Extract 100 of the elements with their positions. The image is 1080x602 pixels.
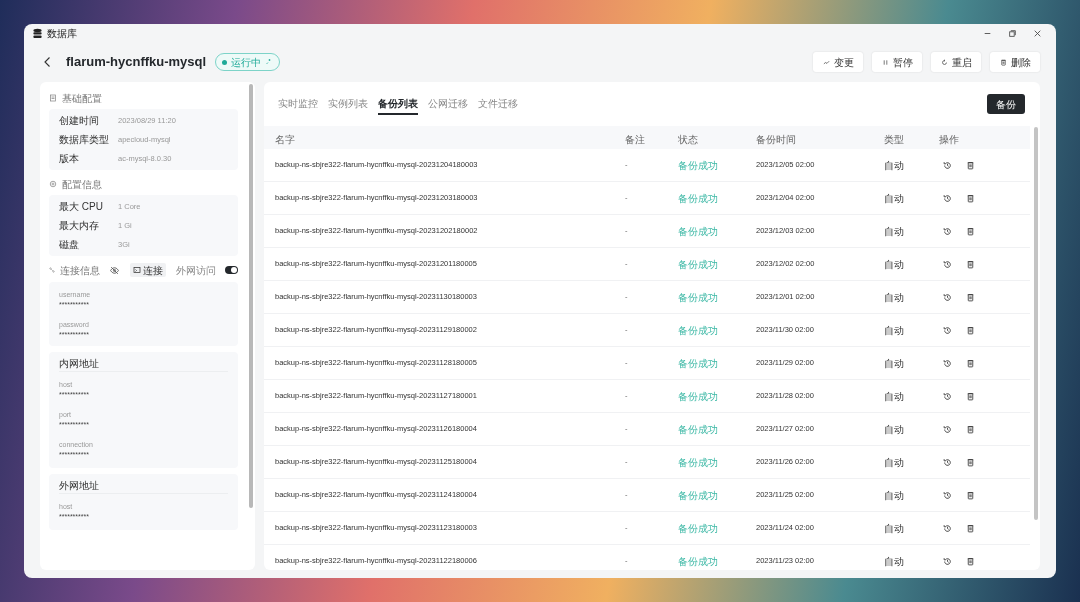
type-cell: 自动 (884, 390, 904, 402)
document-icon (49, 94, 57, 102)
delete-button[interactable] (966, 226, 975, 236)
type-cell: 自动 (884, 489, 904, 501)
delete-button[interactable] (966, 160, 975, 170)
history-icon (943, 160, 952, 170)
restore-icon (1008, 28, 1017, 38)
column-header: 类型 (884, 133, 904, 145)
trash-icon (966, 457, 975, 467)
action-button[interactable]: 重启 (931, 52, 981, 72)
type-cell: 自动 (884, 522, 904, 534)
trash-icon (966, 523, 975, 533)
status-text: 备份成功 (678, 357, 718, 369)
delete-button[interactable] (966, 325, 975, 335)
restore-button[interactable] (943, 556, 952, 566)
external-access-toggle[interactable] (225, 266, 238, 274)
status-text: 备份成功 (678, 291, 718, 303)
section-title: 基础配置 (62, 91, 102, 106)
trash-icon (966, 160, 975, 170)
status-text: 备份成功 (678, 159, 718, 171)
trash-icon (966, 292, 975, 302)
close-icon (1033, 28, 1042, 38)
trash-icon (966, 325, 975, 335)
restore-button[interactable] (943, 193, 952, 203)
column-header: 操作 (939, 133, 959, 145)
status-text: 备份成功 (678, 423, 718, 435)
restore-button[interactable] (943, 490, 952, 500)
restore-button[interactable] (943, 523, 952, 533)
restore-button[interactable] (943, 391, 952, 401)
status-text: 备份成功 (678, 489, 718, 501)
trash-icon (999, 58, 1007, 66)
type-cell: 自动 (884, 225, 904, 237)
restore-button[interactable] (943, 325, 952, 335)
info-label: 最大内存 (59, 219, 100, 233)
status-text: 备份成功 (678, 456, 718, 468)
history-icon (943, 457, 952, 467)
history-icon (943, 556, 952, 566)
action-button[interactable]: 删除 (990, 52, 1040, 72)
backup-button[interactable]: 备份 (987, 94, 1025, 114)
status-text: 备份成功 (678, 324, 718, 336)
info-label: 创建时间 (59, 114, 100, 128)
tab[interactable]: 实时监控 (278, 93, 318, 115)
info-label: 版本 (59, 152, 80, 166)
terminal-icon (133, 266, 141, 274)
restart-icon (940, 58, 948, 66)
action-button[interactable]: 暂停 (872, 52, 922, 72)
type-cell: 自动 (884, 291, 904, 303)
history-icon (943, 358, 952, 368)
delete-button[interactable] (966, 391, 975, 401)
delete-button[interactable] (966, 292, 975, 302)
scrollbar-thumb[interactable] (1034, 127, 1038, 520)
status-text: 备份成功 (678, 555, 718, 567)
eye-slash-icon (110, 265, 119, 275)
trash-icon (966, 259, 975, 269)
type-cell: 自动 (884, 192, 904, 204)
connect-button[interactable]: 连接 (130, 263, 166, 277)
info-label: 最大 CPU (59, 200, 104, 214)
history-icon (943, 325, 952, 335)
delete-button[interactable] (966, 457, 975, 467)
pause-icon (881, 58, 889, 66)
group-title: 内网地址 (59, 357, 99, 371)
restore-button[interactable] (943, 358, 952, 368)
trash-icon (966, 226, 975, 236)
database-icon (32, 27, 43, 39)
tab[interactable]: 公网迁移 (428, 93, 468, 115)
delete-button[interactable] (966, 556, 975, 566)
trash-icon (966, 490, 975, 500)
restore-button[interactable] (943, 226, 952, 236)
delete-button[interactable] (966, 523, 975, 533)
delete-button[interactable] (966, 259, 975, 269)
gear-icon (49, 180, 57, 188)
history-icon (943, 259, 952, 269)
scrollbar-thumb[interactable] (249, 84, 253, 508)
delete-button[interactable] (966, 424, 975, 434)
history-icon (943, 523, 952, 533)
tab[interactable]: 实例列表 (328, 93, 368, 115)
window-title: 数据库 (47, 26, 78, 41)
column-header: 状态 (678, 133, 698, 145)
history-icon (943, 391, 952, 401)
restore-button[interactable] (943, 160, 952, 170)
hide-button[interactable] (110, 265, 119, 275)
restore-button[interactable] (943, 292, 952, 302)
restore-button[interactable] (943, 457, 952, 467)
delete-button[interactable] (966, 193, 975, 203)
history-icon (943, 226, 952, 236)
trash-icon (966, 391, 975, 401)
status-text: 备份成功 (678, 522, 718, 534)
status-text: 备份成功 (678, 192, 718, 204)
tab[interactable]: 文件迁移 (478, 93, 518, 115)
column-header: 备份时间 (756, 133, 796, 145)
restore-button[interactable] (943, 259, 952, 269)
type-cell: 自动 (884, 159, 904, 171)
trash-icon (966, 358, 975, 368)
type-cell: 自动 (884, 324, 904, 336)
delete-button[interactable] (966, 358, 975, 368)
status-text: 备份成功 (678, 390, 718, 402)
tab[interactable]: 备份列表 (378, 93, 418, 115)
action-button[interactable]: 变更 (813, 52, 863, 72)
delete-button[interactable] (966, 490, 975, 500)
restore-button[interactable] (943, 424, 952, 434)
